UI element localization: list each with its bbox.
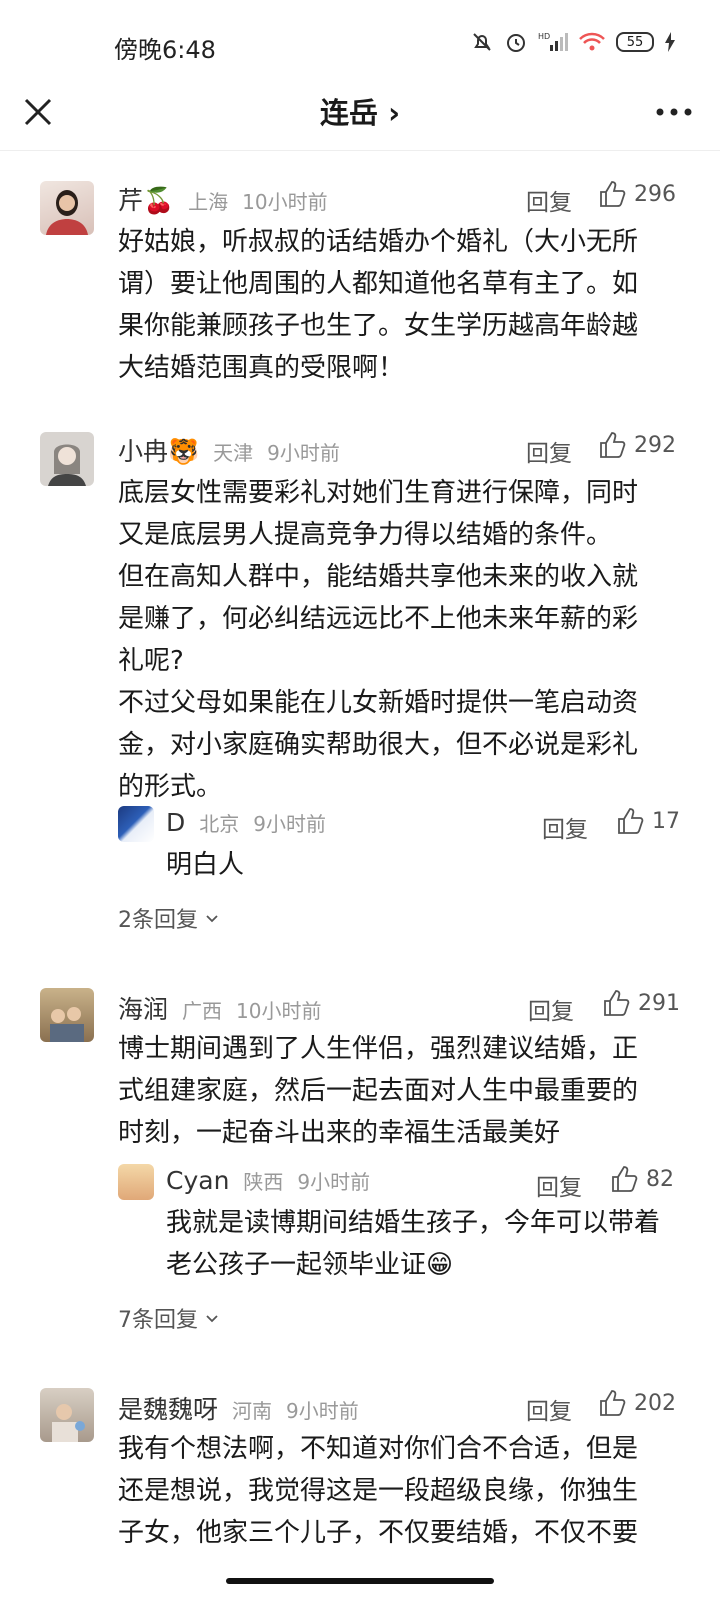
like-count: 292 <box>634 432 676 458</box>
avatar[interactable] <box>40 1388 94 1442</box>
status-time: 傍晚6:48 <box>114 36 216 64</box>
reply-location: 陕西 <box>243 1170 284 1194</box>
chevron-down-icon <box>206 1315 218 1323</box>
comment-author[interactable]: 小冉🐯 <box>118 432 199 468</box>
more-replies-label: 7条回复 <box>118 1308 198 1333</box>
comment-location: 河南 <box>232 1399 273 1423</box>
like-count: 17 <box>652 808 680 834</box>
charging-icon <box>665 32 675 52</box>
reply-author[interactable]: Cyan <box>166 1166 229 1195</box>
like-button[interactable]: 82 <box>610 1164 674 1194</box>
thumbs-up-icon <box>618 808 644 834</box>
reply-time: 9小时前 <box>253 812 326 836</box>
comment-time: 10小时前 <box>236 999 322 1023</box>
signal-icon: HD <box>538 32 568 51</box>
top-nav-bar: 连岳 › <box>0 80 720 144</box>
more-replies-label: 2条回复 <box>118 908 198 933</box>
avatar[interactable] <box>40 432 94 486</box>
comment-author[interactable]: 海润 <box>118 990 168 1026</box>
reply-time: 9小时前 <box>297 1170 371 1194</box>
reply-button[interactable]: 回复 <box>536 1168 582 1202</box>
thumbs-up-icon <box>612 1166 638 1192</box>
reply-button[interactable]: 回复 <box>526 434 572 468</box>
more-options-icon[interactable] <box>654 96 694 128</box>
like-button[interactable]: 202 <box>598 1388 676 1418</box>
thumbs-up-icon <box>600 432 626 458</box>
like-count: 202 <box>634 1390 676 1416</box>
reply-text: 我就是读博期间结婚生孩子，今年可以带着 老公孩子一起领毕业证😁 <box>166 1208 661 1280</box>
comment-time: 9小时前 <box>286 1399 359 1423</box>
comment-text: 底层女性需要彩礼对她们生育进行保障，同时 又是底层男人提高竞争力得以结婚的条件。… <box>118 478 639 802</box>
thumbs-up-icon <box>604 990 630 1016</box>
like-button[interactable]: 296 <box>598 179 676 209</box>
thumbs-up-icon <box>600 1390 626 1416</box>
comment-location: 上海 <box>188 190 229 214</box>
comment-location: 天津 <box>213 441 254 465</box>
wifi-icon <box>579 32 605 51</box>
page-title[interactable]: 连岳 › <box>0 90 720 132</box>
avatar[interactable] <box>118 806 154 842</box>
avatar[interactable] <box>118 1164 154 1200</box>
comment-time: 9小时前 <box>267 441 340 465</box>
avatar[interactable] <box>40 988 94 1042</box>
reply-button[interactable]: 回复 <box>528 992 574 1026</box>
comment-text: 好姑娘，听叔叔的话结婚办个婚礼（大小无所 谓）要让他周围的人都知道他名草有主了。… <box>118 227 639 383</box>
battery-icon: 55 <box>616 32 654 52</box>
reply-author[interactable]: D <box>166 808 185 837</box>
like-count: 291 <box>638 990 680 1016</box>
reply-button[interactable]: 回复 <box>542 810 588 844</box>
like-count: 296 <box>634 181 676 207</box>
comment-location: 广西 <box>182 999 223 1023</box>
like-button[interactable]: 291 <box>602 988 680 1018</box>
like-button[interactable]: 292 <box>598 430 676 460</box>
comment-text: 博士期间遇到了人生伴侣，强烈建议结婚，正 式组建家庭，然后一起去面对人生中最重要… <box>118 1034 639 1148</box>
reply-location: 北京 <box>199 812 240 836</box>
comment-author[interactable]: 是魏魏呀 <box>118 1390 218 1426</box>
chevron-down-icon <box>206 915 218 923</box>
comment-author[interactable]: 芹🍒 <box>118 181 174 217</box>
status-icons: HD 55 <box>470 30 676 54</box>
alarm-icon <box>507 34 525 52</box>
expand-replies-button[interactable]: 7条回复 <box>118 1302 220 1334</box>
mute-icon <box>473 33 491 51</box>
avatar[interactable] <box>40 181 94 235</box>
comment-time: 10小时前 <box>242 190 328 214</box>
home-indicator[interactable] <box>226 1578 494 1584</box>
header-divider <box>0 150 720 151</box>
reply-button[interactable]: 回复 <box>526 183 572 217</box>
reply-button[interactable]: 回复 <box>526 1392 572 1426</box>
svg-text:HD: HD <box>538 32 550 41</box>
reply-text: 明白人 <box>166 850 245 880</box>
like-count: 82 <box>646 1166 674 1192</box>
thumbs-up-icon <box>600 181 626 207</box>
expand-replies-button[interactable]: 2条回复 <box>118 902 220 934</box>
comment-text: 我有个想法啊，不知道对你们合不合适，但是 还是想说，我觉得这是一段超级良缘，你独… <box>118 1434 639 1548</box>
status-bar: 傍晚6:48 HD 55 <box>0 0 720 92</box>
like-button[interactable]: 17 <box>616 806 680 836</box>
